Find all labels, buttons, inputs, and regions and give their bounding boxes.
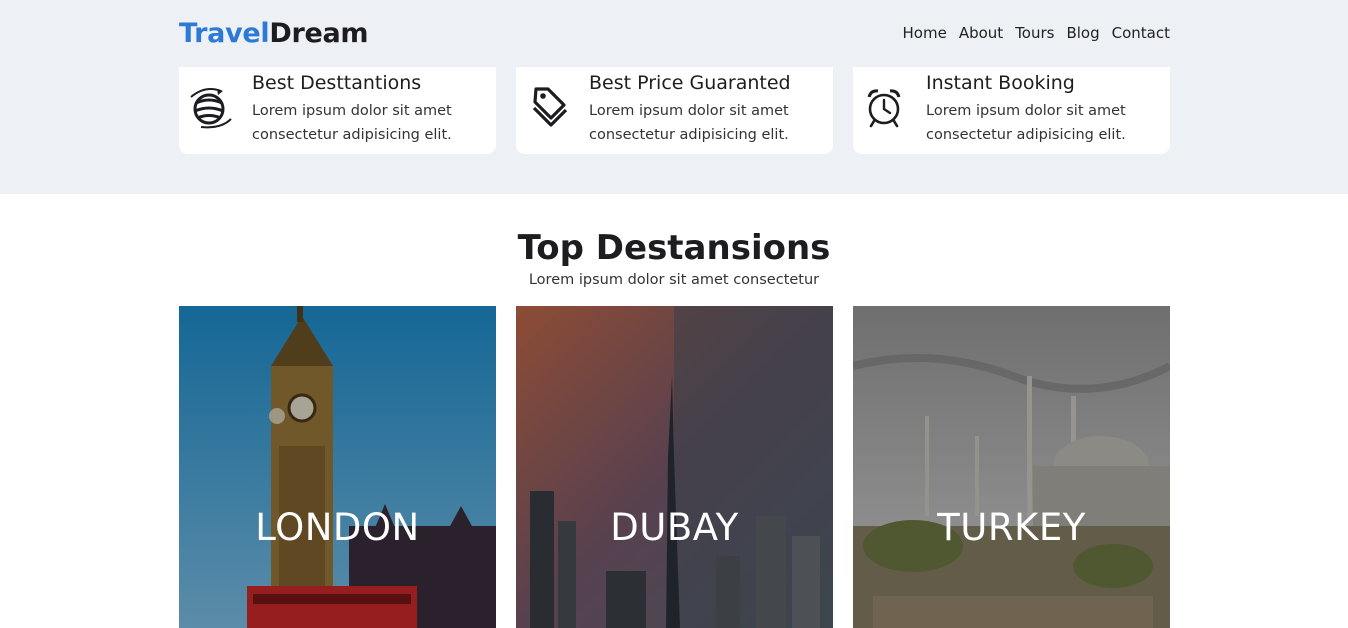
image-overlay (516, 306, 833, 628)
nav-tours[interactable]: Tours (1015, 24, 1054, 42)
globe-plane-icon (187, 83, 233, 131)
logo-part-dream: Dream (269, 18, 369, 49)
feature-desc: Lorem ipsum dolor sit amet consectetur a… (926, 103, 1126, 143)
section-title: Top Destansions (517, 228, 831, 268)
destination-name: DUBAY (610, 506, 739, 549)
destination-card-dubay[interactable]: DUBAY (516, 306, 833, 628)
destination-card-london[interactable]: LONDON (179, 306, 496, 628)
feature-card-price: Best Price Guaranted Lorem ipsum dolor s… (516, 67, 833, 154)
logo[interactable]: TravelDream (179, 18, 369, 49)
feature-card-destinations: Best Desttantions Lorem ipsum dolor sit … (179, 67, 496, 154)
destination-card-turkey[interactable]: TURKEY (853, 306, 1170, 628)
nav-about[interactable]: About (959, 24, 1003, 42)
features-row: Best Desttantions Lorem ipsum dolor sit … (179, 67, 1171, 154)
feature-title: Best Price Guaranted (589, 72, 791, 94)
destinations-row: LONDON DUBAY TURKEY (179, 306, 1171, 628)
feature-card-booking: Instant Booking Lorem ipsum dolor sit am… (853, 67, 1170, 154)
price-tag-icon (524, 83, 570, 131)
feature-desc: Lorem ipsum dolor sit amet consectetur a… (252, 103, 452, 143)
section-subtitle: Lorem ipsum dolor sit amet consectetur (528, 272, 820, 288)
image-overlay (853, 306, 1170, 628)
feature-title: Instant Booking (926, 72, 1075, 94)
logo-part-travel: Travel (179, 18, 270, 49)
nav-home[interactable]: Home (903, 24, 947, 42)
alarm-clock-icon (861, 83, 907, 131)
feature-title: Best Desttantions (252, 72, 422, 94)
nav-contact[interactable]: Contact (1112, 24, 1170, 42)
main-nav: Home About Tours Blog Contact (903, 24, 1170, 42)
nav-blog[interactable]: Blog (1066, 24, 1099, 42)
feature-desc: Lorem ipsum dolor sit amet consectetur a… (589, 103, 789, 143)
destination-name: TURKEY (937, 506, 1086, 549)
image-overlay (179, 306, 496, 628)
destination-name: LONDON (255, 506, 420, 549)
